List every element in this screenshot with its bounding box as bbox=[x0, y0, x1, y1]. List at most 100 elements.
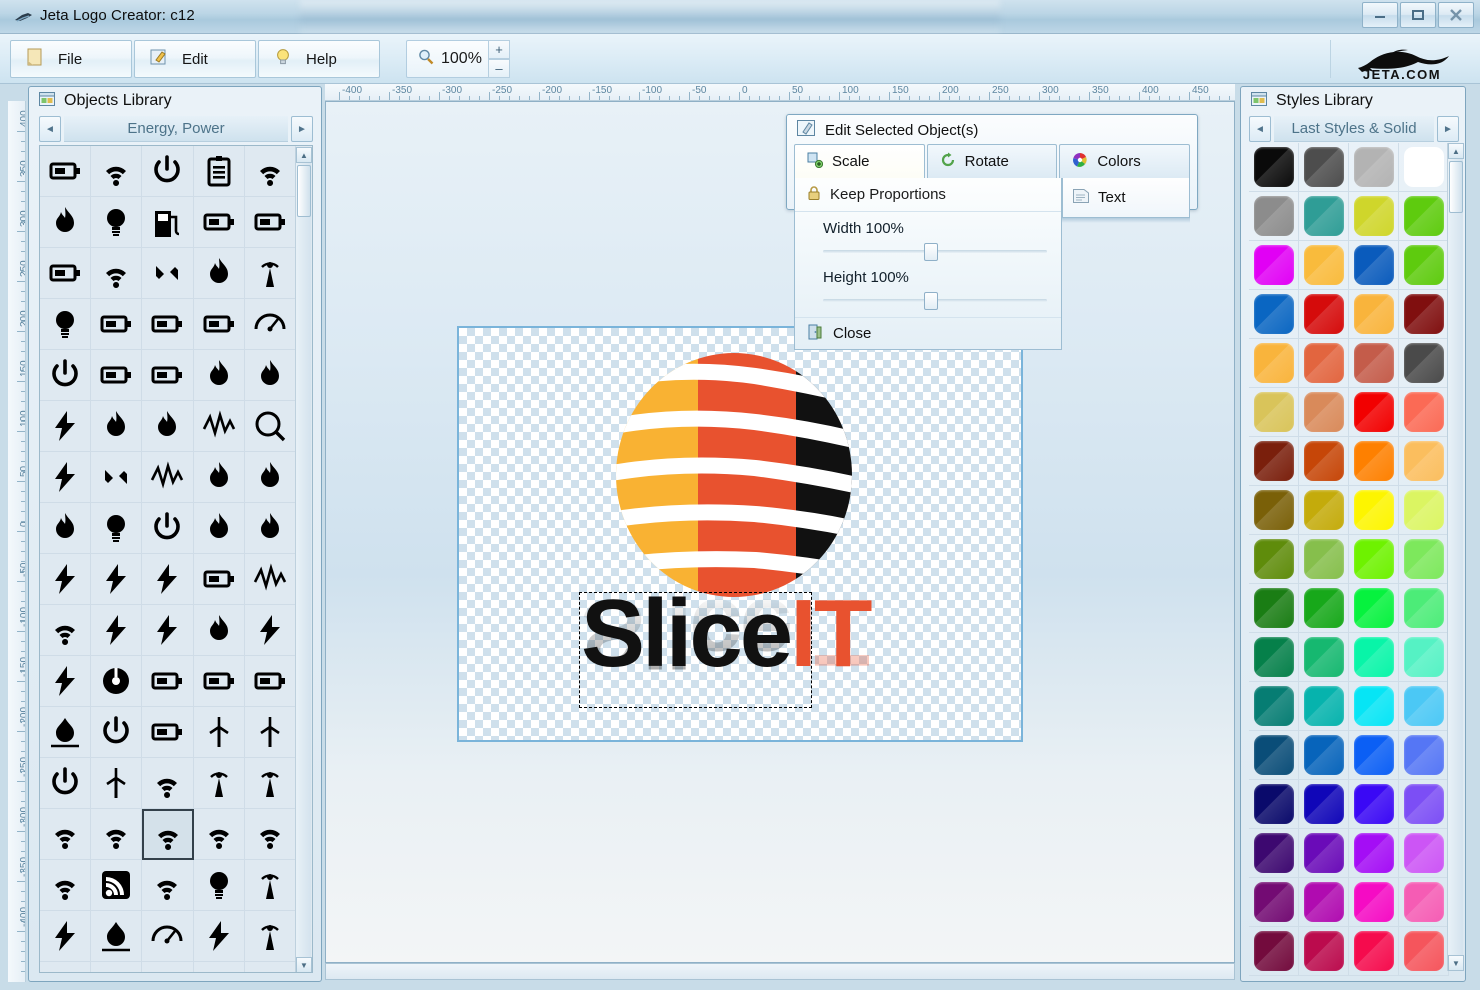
style-swatch-cell[interactable] bbox=[1349, 927, 1399, 976]
style-swatch[interactable] bbox=[1253, 686, 1294, 726]
object-icon-flame-bloom[interactable] bbox=[244, 503, 296, 554]
style-swatch-cell[interactable] bbox=[1399, 633, 1449, 682]
style-swatch[interactable] bbox=[1253, 147, 1294, 187]
style-swatch-cell[interactable] bbox=[1399, 535, 1449, 584]
canvas-area[interactable]: SliceIT SliceIT bbox=[325, 101, 1235, 963]
style-swatch[interactable] bbox=[1403, 637, 1444, 677]
object-icon-broadcast-dot[interactable] bbox=[244, 248, 296, 299]
close-row[interactable]: Close bbox=[795, 317, 1061, 349]
style-swatch[interactable] bbox=[1253, 392, 1294, 432]
zoom-out-button[interactable]: – bbox=[488, 59, 510, 78]
help-menu-button[interactable]: Help bbox=[258, 40, 380, 78]
object-icon-wind-turbine[interactable] bbox=[91, 758, 143, 809]
style-swatch[interactable] bbox=[1253, 637, 1294, 677]
style-swatch-cell[interactable] bbox=[1299, 878, 1349, 927]
style-swatch[interactable] bbox=[1353, 833, 1394, 873]
object-icon-battery-bolt-box[interactable] bbox=[40, 248, 92, 299]
style-swatch[interactable] bbox=[1403, 735, 1444, 775]
object-icon-battery-charge-diagonal[interactable] bbox=[142, 350, 194, 401]
styles-scroll-down-icon[interactable]: ▼ bbox=[1448, 955, 1464, 971]
objects-icon-scroll[interactable]: ▲ ▼ bbox=[39, 145, 313, 973]
maximize-button[interactable] bbox=[1400, 2, 1436, 28]
style-swatch-cell[interactable] bbox=[1249, 241, 1299, 290]
styles-category-prev[interactable]: ◄ bbox=[1249, 116, 1271, 142]
style-swatch[interactable] bbox=[1403, 343, 1444, 383]
style-swatch-cell[interactable] bbox=[1299, 584, 1349, 633]
object-icon-wifi-arcs-dot[interactable] bbox=[142, 809, 194, 860]
style-swatch-cell[interactable] bbox=[1349, 682, 1399, 731]
style-swatch[interactable] bbox=[1403, 490, 1444, 530]
style-swatch-cell[interactable] bbox=[1249, 535, 1299, 584]
style-swatch[interactable] bbox=[1303, 343, 1344, 383]
style-swatch[interactable] bbox=[1253, 343, 1294, 383]
object-icon-battery-low-vertical[interactable] bbox=[193, 197, 245, 248]
style-swatch-cell[interactable] bbox=[1299, 633, 1349, 682]
style-swatch[interactable] bbox=[1253, 931, 1294, 971]
object-icon-power-x[interactable] bbox=[194, 962, 245, 972]
object-icon-battery-mid[interactable] bbox=[142, 299, 194, 350]
style-swatch-cell[interactable] bbox=[1349, 339, 1399, 388]
style-swatch[interactable] bbox=[1403, 686, 1444, 726]
style-swatch[interactable] bbox=[1353, 245, 1394, 285]
style-swatch-cell[interactable] bbox=[1299, 486, 1349, 535]
style-swatch[interactable] bbox=[1253, 539, 1294, 579]
style-swatch-cell[interactable] bbox=[1399, 437, 1449, 486]
style-swatch[interactable] bbox=[1303, 294, 1344, 334]
canvas-horizontal-scrollbar[interactable] bbox=[325, 963, 1235, 980]
object-icon-comet-flame[interactable] bbox=[142, 401, 194, 452]
objects-scrollbar[interactable]: ▲ ▼ bbox=[295, 147, 312, 972]
style-swatch-cell[interactable] bbox=[1349, 486, 1399, 535]
style-swatch-cell[interactable] bbox=[1299, 241, 1349, 290]
style-swatch[interactable] bbox=[1253, 294, 1294, 334]
object-icon-flame-wide[interactable] bbox=[193, 503, 245, 554]
style-swatch[interactable] bbox=[1303, 686, 1344, 726]
style-swatch[interactable] bbox=[1253, 588, 1294, 628]
object-icon-lightning-bolt-thin[interactable] bbox=[40, 554, 92, 605]
object-icon-chart-bars[interactable] bbox=[91, 962, 143, 972]
style-swatch-cell[interactable] bbox=[1299, 731, 1349, 780]
object-icon-power-towers[interactable] bbox=[40, 758, 92, 809]
style-swatch-cell[interactable] bbox=[1299, 780, 1349, 829]
style-swatch-cell[interactable] bbox=[1349, 829, 1399, 878]
style-swatch[interactable] bbox=[1303, 784, 1344, 824]
object-icon-rss-signal[interactable] bbox=[91, 248, 143, 299]
tab-colors[interactable]: Colors bbox=[1059, 144, 1191, 178]
style-swatch[interactable] bbox=[1303, 392, 1344, 432]
style-swatch[interactable] bbox=[1403, 441, 1444, 481]
scroll-down-icon[interactable]: ▼ bbox=[296, 957, 312, 972]
style-swatch[interactable] bbox=[1303, 833, 1344, 873]
style-swatch[interactable] bbox=[1353, 784, 1394, 824]
objects-category-name[interactable]: Energy, Power bbox=[64, 116, 288, 142]
style-swatch[interactable] bbox=[1353, 637, 1394, 677]
style-swatch[interactable] bbox=[1403, 833, 1444, 873]
style-swatch-cell[interactable] bbox=[1299, 829, 1349, 878]
object-icon-battery-cell-tall[interactable] bbox=[193, 656, 245, 707]
object-icon-tube-bulb[interactable] bbox=[193, 860, 245, 911]
style-swatch-cell[interactable] bbox=[1349, 878, 1399, 927]
object-icon-fireball[interactable] bbox=[40, 503, 92, 554]
style-swatch-cell[interactable] bbox=[1399, 339, 1449, 388]
style-swatch[interactable] bbox=[1353, 539, 1394, 579]
object-icon-battery-bolt-tall[interactable] bbox=[193, 554, 245, 605]
style-swatch-cell[interactable] bbox=[1299, 143, 1349, 192]
style-swatch[interactable] bbox=[1353, 343, 1394, 383]
style-swatch[interactable] bbox=[1303, 147, 1344, 187]
styles-category-name[interactable]: Last Styles & Solid bbox=[1274, 116, 1434, 142]
object-icon-spark-burst[interactable] bbox=[193, 401, 245, 452]
text-tab-panel[interactable]: Text bbox=[1062, 178, 1190, 218]
object-icon-flame-triple[interactable] bbox=[244, 350, 296, 401]
style-swatch-cell[interactable] bbox=[1399, 829, 1449, 878]
style-swatch[interactable] bbox=[1303, 931, 1344, 971]
style-swatch[interactable] bbox=[1403, 931, 1444, 971]
object-icon-battery-empty[interactable] bbox=[193, 299, 245, 350]
style-swatch-cell[interactable] bbox=[1299, 437, 1349, 486]
height-slider[interactable] bbox=[823, 292, 1047, 310]
style-swatch[interactable] bbox=[1353, 882, 1394, 922]
scroll-up-icon[interactable]: ▲ bbox=[296, 147, 312, 163]
object-icon-power-circle[interactable] bbox=[40, 350, 92, 401]
object-icon-wifi-arcs[interactable] bbox=[40, 605, 92, 656]
object-icon-magnifier-circle[interactable] bbox=[244, 401, 296, 452]
object-icon-spiral-bulb[interactable] bbox=[91, 197, 143, 248]
style-swatch-cell[interactable] bbox=[1399, 682, 1449, 731]
style-swatch-cell[interactable] bbox=[1399, 780, 1449, 829]
